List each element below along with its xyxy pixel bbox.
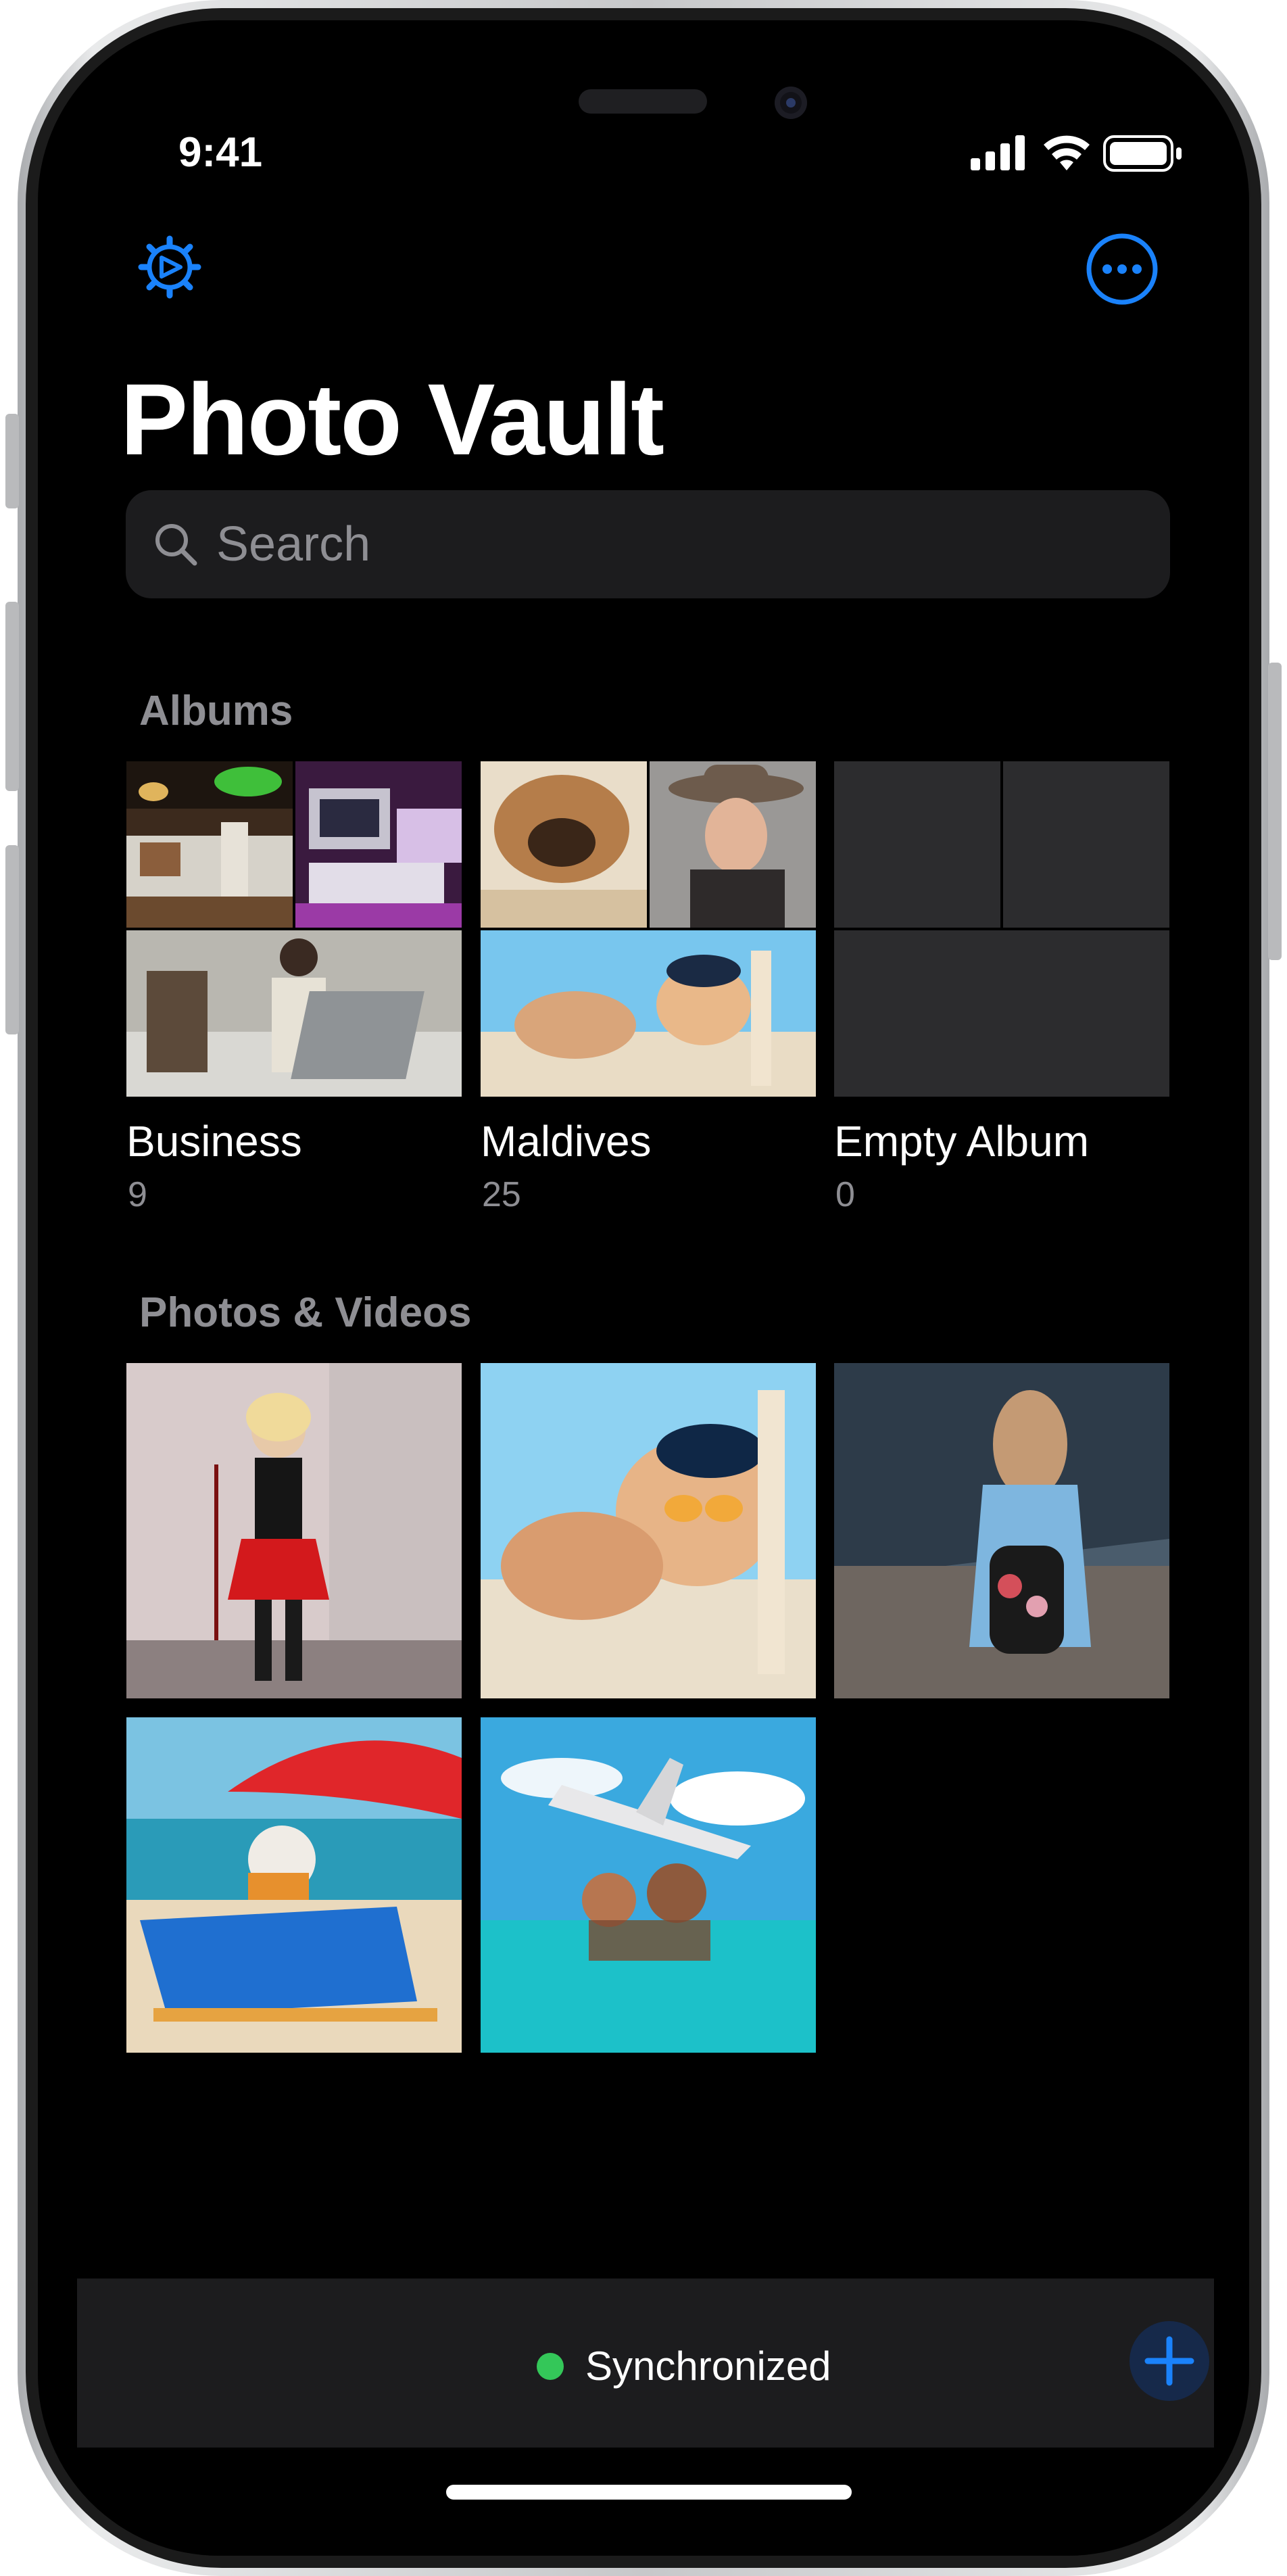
wifi-icon [1044,135,1090,170]
status-time: 9:41 [178,129,263,176]
more-options-button[interactable] [1083,230,1161,308]
plus-icon [1144,2336,1194,2386]
earpiece-speaker [579,89,707,114]
page-title: Photo Vault [120,362,664,476]
sync-status-dot [537,2353,564,2380]
album-thumbnail-grid [126,761,462,1097]
album-placeholder-tile [1003,761,1169,928]
volume-up-button [5,602,19,791]
album-card-business[interactable]: Business 9 [126,761,462,1214]
album-count: 9 [128,1175,147,1214]
search-input[interactable] [215,510,1170,579]
home-indicator[interactable] [446,2485,852,2500]
ellipsis-circle-icon [1086,233,1158,305]
albums-section-title: Albums [139,688,293,734]
settings-button[interactable] [132,230,207,304]
album-placeholder-tile [834,761,1000,928]
phone-screen: 9:41 Photo Vault Search Albums Business … [38,20,1249,2556]
volume-down-button [5,845,19,1034]
album-thumb-beach-couple [481,930,816,1097]
status-icons [971,133,1214,173]
mute-switch [5,414,19,508]
album-card-empty[interactable]: Empty Album 0 [834,761,1169,1214]
album-thumbnail-grid [834,761,1169,1097]
album-count: 0 [835,1175,855,1214]
search-icon [155,524,197,566]
bottom-toolbar: Synchronized [77,2279,1214,2448]
photo-thumbnail-beach-sand[interactable] [481,1363,816,1698]
album-thumbnail-grid [481,761,816,1097]
photo-thumbnail-dog-umbrella[interactable] [126,1717,462,2053]
album-placeholder-tile [834,930,1169,1097]
photo-thumbnail-backpack-girl[interactable] [834,1363,1169,1698]
album-thumb-retro-computers [295,761,462,928]
album-thumb-cafe [126,761,293,928]
photo-thumbnail-airplane-selfie[interactable] [481,1717,816,2053]
album-name: Business [126,1117,302,1166]
power-button [1268,663,1282,960]
album-name: Maldives [481,1117,652,1166]
photos-section-title: Photos & Videos [139,1289,472,1336]
battery-icon [1103,135,1182,172]
sync-status-label: Synchronized [585,2343,831,2389]
cellular-signal-icon [971,135,1025,170]
gear-play-icon [138,235,201,299]
search-bar[interactable] [126,490,1170,598]
album-thumb-hat-woman [650,761,816,928]
front-camera [775,87,807,119]
add-button[interactable] [1130,2321,1209,2401]
album-name: Empty Album [834,1117,1090,1166]
album-thumb-dog [481,761,647,928]
album-thumb-laptop-woman [126,930,462,1097]
photo-thumbnail-devil-costume[interactable] [126,1363,462,1698]
album-count: 25 [482,1175,521,1214]
album-card-maldives[interactable]: Maldives 25 [481,761,816,1214]
